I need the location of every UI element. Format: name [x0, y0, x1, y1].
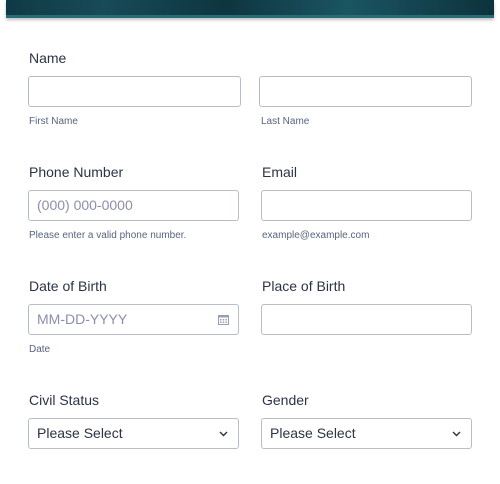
chevron-down-icon — [219, 431, 228, 437]
dob-sublabel: Date — [29, 344, 51, 355]
civil-status-selected: Please Select — [37, 425, 123, 441]
last-name-sublabel: Last Name — [261, 116, 310, 127]
first-name-sublabel: First Name — [29, 116, 78, 127]
gender-selected: Please Select — [270, 425, 356, 441]
dob-label: Date of Birth — [29, 278, 107, 294]
calendar-icon[interactable] — [218, 314, 229, 325]
header-banner-image — [6, 0, 494, 18]
pob-input[interactable] — [261, 304, 472, 335]
gender-label: Gender — [262, 392, 309, 408]
dob-input[interactable]: MM-DD-YYYY — [28, 304, 239, 335]
civil-status-label: Civil Status — [29, 392, 100, 408]
phone-label: Phone Number — [29, 164, 124, 180]
name-label: Name — [29, 50, 67, 66]
pob-label: Place of Birth — [262, 278, 346, 294]
last-name-input[interactable] — [259, 76, 472, 107]
first-name-input[interactable] — [28, 76, 241, 107]
email-input[interactable] — [261, 190, 472, 221]
phone-sublabel: Please enter a valid phone number. — [29, 230, 187, 241]
phone-input[interactable]: (000) 000-0000 — [28, 190, 239, 221]
email-label: Email — [262, 164, 298, 180]
civil-status-select[interactable]: Please Select — [28, 418, 239, 449]
gender-select[interactable]: Please Select — [261, 418, 472, 449]
chevron-down-icon — [452, 431, 461, 437]
phone-placeholder: (000) 000-0000 — [37, 197, 133, 213]
email-sublabel: example@example.com — [262, 230, 370, 241]
dob-placeholder: MM-DD-YYYY — [37, 311, 128, 327]
